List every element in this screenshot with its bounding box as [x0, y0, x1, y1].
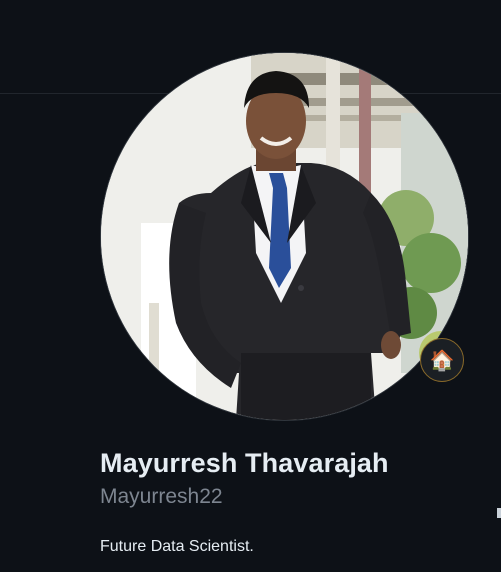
profile-bio: Future Data Scientist.: [100, 538, 254, 555]
profile-username: Mayurresh22: [100, 485, 223, 508]
house-icon: 🏠: [429, 348, 455, 372]
scroll-edge-marker: [497, 508, 501, 518]
profile-full-name: Mayurresh Thavarajah: [100, 448, 389, 478]
profile-avatar[interactable]: [101, 53, 468, 420]
status-button[interactable]: 🏠: [420, 338, 464, 382]
avatar-photo: [101, 53, 468, 420]
